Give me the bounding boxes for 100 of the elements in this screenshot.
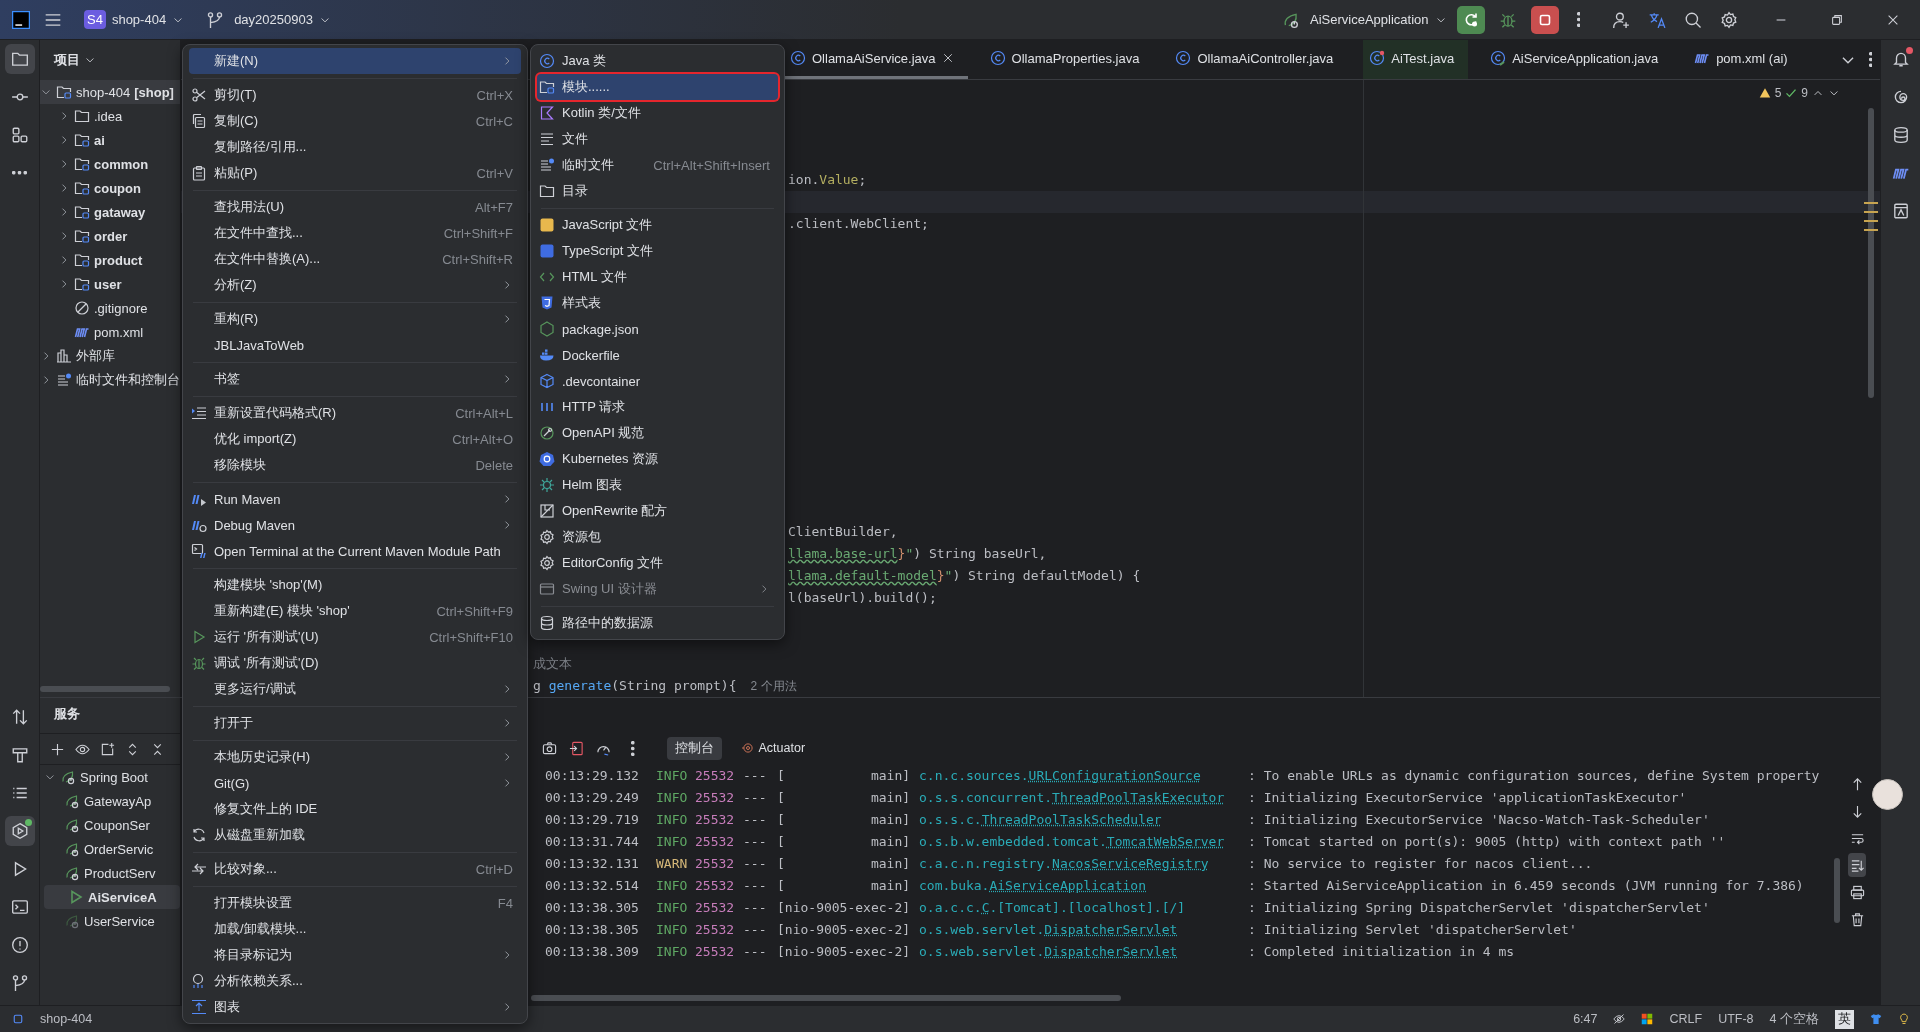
- windows-icon[interactable]: [1641, 1013, 1654, 1025]
- project-selector[interactable]: shop-404: [111, 12, 167, 27]
- editor-tab[interactable]: AiServiceApplication.java: [1484, 40, 1673, 79]
- menu-item[interactable]: Kotlin 类/文件: [537, 100, 778, 126]
- bulb-icon[interactable]: [1898, 1013, 1910, 1025]
- search-icon[interactable]: [1684, 10, 1702, 29]
- menu-item[interactable]: OpenAPI 规范: [537, 420, 778, 446]
- add-icon[interactable]: [50, 741, 65, 757]
- menu-item[interactable]: JavaScript 文件: [537, 212, 778, 238]
- menu-item[interactable]: HTML 文件: [537, 264, 778, 290]
- menu-item[interactable]: EditorConfig 文件: [537, 550, 778, 576]
- stop-button[interactable]: [1530, 5, 1559, 34]
- menu-item[interactable]: 在文件中替换(A)... Ctrl+Shift+R: [189, 246, 521, 272]
- menu-item[interactable]: 打开模块设置 F4: [189, 890, 521, 916]
- menu-item[interactable]: Open Terminal at the Current Maven Module Path: [189, 538, 521, 564]
- menu-item[interactable]: 从磁盘重新加载: [189, 822, 521, 848]
- service-item[interactable]: CouponSer: [84, 817, 150, 833]
- service-item[interactable]: UserService: [84, 913, 155, 929]
- tree-item[interactable]: common: [94, 156, 149, 172]
- scrollbar[interactable]: [40, 686, 170, 692]
- more-icon[interactable]: [1868, 52, 1872, 67]
- service-item[interactable]: OrderServic: [84, 841, 154, 857]
- settings-icon[interactable]: [1720, 10, 1738, 29]
- menu-item[interactable]: 运行 '所有测试'(U) Ctrl+Shift+F10: [189, 624, 521, 650]
- menu-item[interactable]: 分析(Z): [189, 272, 521, 298]
- menu-item[interactable]: 文件: [537, 126, 778, 152]
- menu-item[interactable]: 书签: [189, 366, 521, 392]
- add-user-icon[interactable]: [1612, 10, 1630, 29]
- menu-item[interactable]: 重新设置代码格式(R) Ctrl+Alt+L: [189, 400, 521, 426]
- class-link[interactable]: DispatcherServlet: [1044, 944, 1178, 959]
- class-link[interactable]: ThreadPoolTaskExecutor: [1052, 790, 1225, 805]
- menu-item[interactable]: 复制路径/引用...: [189, 134, 521, 160]
- tree-item[interactable]: user: [94, 276, 122, 292]
- menu-item[interactable]: Kubernetes 资源: [537, 446, 778, 472]
- menu-item[interactable]: 剪切(T) Ctrl+X: [189, 82, 521, 108]
- tree-item[interactable]: order: [94, 228, 128, 244]
- menu-item[interactable]: 移除模块 Delete: [189, 452, 521, 478]
- menu-item[interactable]: 修复文件上的 IDE: [189, 796, 521, 822]
- menu-item[interactable]: 打开于: [189, 710, 521, 736]
- menu-item[interactable]: 分析依赖关系...: [189, 968, 521, 994]
- menu-item[interactable]: JBLJavaToWeb: [189, 332, 521, 358]
- menu-item[interactable]: 调试 '所有测试'(D): [189, 650, 521, 676]
- tree-item[interactable]: coupon: [94, 180, 141, 196]
- class-link[interactable]: C: [981, 900, 990, 915]
- menu-item[interactable]: 在文件中查找... Ctrl+Shift+F: [189, 220, 521, 246]
- menu-item[interactable]: 加载/卸载模块...: [189, 916, 521, 942]
- indent-setting[interactable]: 4 个空格: [1769, 1010, 1819, 1028]
- line-separator[interactable]: CRLF: [1669, 1012, 1703, 1026]
- class-link[interactable]: TomcatWebServer: [1106, 834, 1225, 849]
- tree-item[interactable]: .gitignore: [94, 300, 148, 316]
- console-tab[interactable]: Actuator: [733, 738, 814, 758]
- file-encoding[interactable]: UTF-8: [1718, 1012, 1754, 1026]
- branch-selector[interactable]: day20250903: [234, 12, 313, 27]
- menu-item[interactable]: TypeScript 文件: [537, 238, 778, 264]
- menu-item[interactable]: 优化 import(Z) Ctrl+Alt+O: [189, 426, 521, 452]
- menu-item[interactable]: Java 类: [537, 48, 778, 74]
- menu-item[interactable]: 模块......: [537, 74, 778, 100]
- run-configuration-selector[interactable]: AiServiceApplication: [1310, 12, 1429, 27]
- scrollbar[interactable]: [1868, 108, 1874, 398]
- inspection-widget[interactable]: 5 9: [1758, 86, 1840, 100]
- menu-item[interactable]: 粘贴(P) Ctrl+V: [189, 160, 521, 186]
- new-tab-icon[interactable]: [100, 741, 115, 757]
- menu-item[interactable]: .devcontainer: [537, 368, 778, 394]
- editor-tab[interactable]: OllamaProperties.java: [983, 40, 1154, 79]
- class-link[interactable]: DispatcherServlet: [1044, 922, 1178, 937]
- eye-slash-icon[interactable]: [1613, 1013, 1626, 1025]
- ide-logo[interactable]: [12, 10, 30, 29]
- menu-item[interactable]: 样式表: [537, 290, 778, 316]
- input-method[interactable]: 英: [1835, 1009, 1854, 1029]
- branch-icon[interactable]: [206, 10, 225, 29]
- menu-item[interactable]: 资源包: [537, 524, 778, 550]
- editor-tab[interactable]: pom.xml (ai): [1688, 40, 1802, 79]
- menu-item[interactable]: 比较对象... Ctrl+D: [189, 856, 521, 882]
- class-link[interactable]: ThreadPoolTaskScheduler: [981, 812, 1162, 827]
- scrollbar[interactable]: [531, 995, 1121, 1001]
- menu-item[interactable]: 重新构建(E) 模块 'shop' Ctrl+Shift+F9: [189, 598, 521, 624]
- project-name[interactable]: shop-404: [40, 1012, 93, 1026]
- menu-item[interactable]: OpenRewrite 配方: [537, 498, 778, 524]
- class-link[interactable]: NacosServiceRegistry: [1052, 856, 1209, 871]
- menu-item[interactable]: 重构(R): [189, 306, 521, 332]
- editor-tab[interactable]: AiTest.java: [1363, 40, 1469, 79]
- class-link[interactable]: URLConfigurationSource: [1028, 768, 1201, 783]
- menu-item[interactable]: Debug Maven: [189, 512, 521, 538]
- folder-tool-button[interactable]: [4, 44, 35, 74]
- editor-tab[interactable]: OllamaAiController.java: [1169, 40, 1348, 79]
- tree-item[interactable]: gataway: [94, 204, 146, 220]
- menu-item[interactable]: 构建模块 'shop'(M): [189, 572, 521, 598]
- menu-item[interactable]: 临时文件 Ctrl+Alt+Shift+Insert: [537, 152, 778, 178]
- tree-item[interactable]: 临时文件和控制台: [76, 371, 180, 389]
- usage-hint[interactable]: 2 个用法: [750, 679, 797, 693]
- menu-item[interactable]: 图表: [189, 994, 521, 1020]
- camera-icon[interactable]: [542, 740, 557, 756]
- menu-item[interactable]: HTTP 请求: [537, 394, 778, 420]
- menu-item[interactable]: 本地历史记录(H): [189, 744, 521, 770]
- close-icon[interactable]: [941, 52, 954, 64]
- scrollbar[interactable]: [1834, 858, 1840, 923]
- more-icon[interactable]: [1576, 12, 1580, 27]
- service-group[interactable]: Spring Boot: [80, 769, 148, 785]
- tree-item[interactable]: ai: [94, 132, 105, 148]
- menu-item[interactable]: package.json: [537, 316, 778, 342]
